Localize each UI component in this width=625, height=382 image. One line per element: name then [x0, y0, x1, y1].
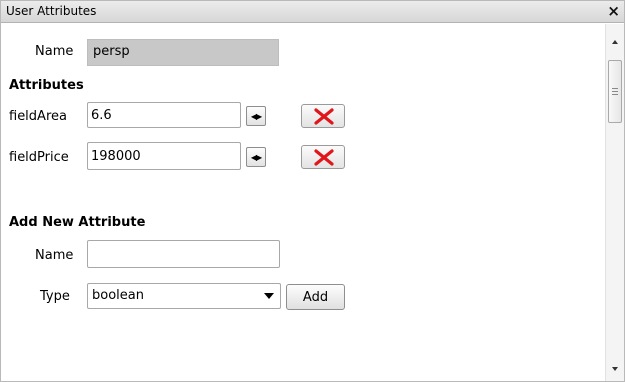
- grip-icon: [612, 88, 618, 95]
- close-icon[interactable]: ×: [607, 2, 620, 20]
- new-attribute-name-label: Name: [35, 248, 74, 263]
- attributes-content: Name persp Attributes fieldArea ◀▶ field…: [1, 24, 605, 381]
- attribute-label-fieldarea: fieldArea: [9, 109, 67, 124]
- add-new-attribute-heading: Add New Attribute: [9, 215, 146, 230]
- delete-icon: [314, 108, 334, 125]
- new-attribute-type-label: Type: [40, 289, 70, 304]
- user-attributes-panel: User Attributes × Name persp Attributes …: [0, 0, 625, 382]
- delete-icon: [314, 149, 334, 166]
- add-attribute-button[interactable]: Add: [286, 284, 345, 310]
- vertical-scrollbar[interactable]: [605, 24, 624, 381]
- scroll-down-arrow-icon[interactable]: [612, 367, 618, 371]
- new-attribute-name-input[interactable]: [87, 240, 280, 268]
- attributes-heading: Attributes: [9, 78, 84, 93]
- attribute-value-fieldarea[interactable]: [87, 102, 241, 128]
- object-name-value: persp: [87, 39, 279, 66]
- scrollbar-thumb[interactable]: [608, 60, 622, 123]
- title-bar: User Attributes ×: [1, 1, 624, 23]
- attribute-value-fieldprice[interactable]: [87, 142, 241, 170]
- object-name-label: Name: [35, 44, 74, 59]
- attribute-step-button-fieldarea[interactable]: ◀▶: [246, 106, 266, 126]
- delete-attribute-button-fieldarea[interactable]: [301, 104, 345, 128]
- attribute-label-fieldprice: fieldPrice: [9, 150, 69, 165]
- delete-attribute-button-fieldprice[interactable]: [301, 145, 345, 169]
- new-attribute-type-select[interactable]: boolean: [87, 283, 281, 309]
- scroll-up-arrow-icon[interactable]: [612, 40, 618, 44]
- panel-title: User Attributes: [6, 4, 97, 18]
- attribute-step-button-fieldprice[interactable]: ◀▶: [246, 147, 266, 167]
- type-selected-value: boolean: [92, 288, 144, 303]
- chevron-down-icon: [264, 293, 274, 299]
